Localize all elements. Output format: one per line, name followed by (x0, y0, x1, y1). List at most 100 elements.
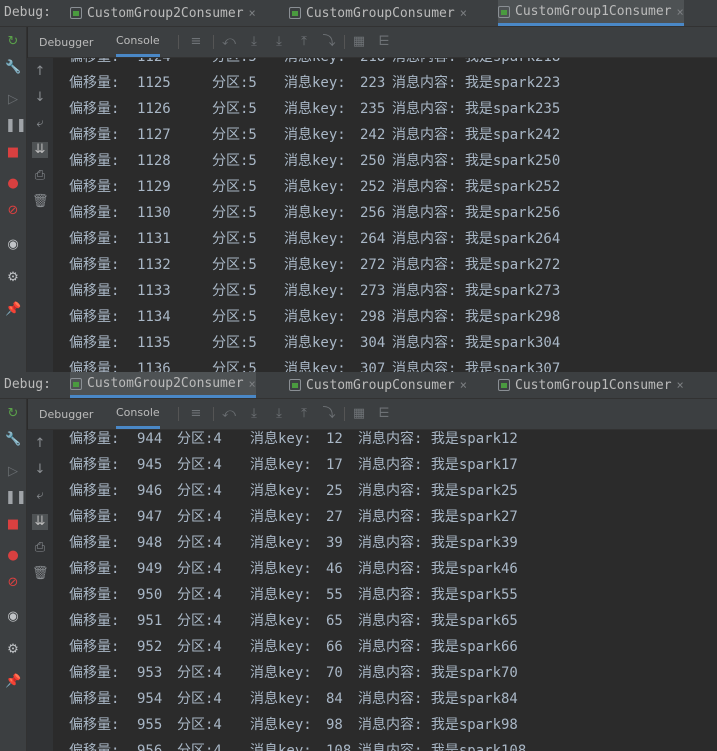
up-arrow-icon[interactable]: ↑ (32, 64, 48, 80)
layout-icon[interactable]: ≡ (188, 34, 204, 50)
mute-breakpoints-icon[interactable]: ⊘ (5, 203, 21, 219)
wrench-icon[interactable]: 🔧 (5, 60, 21, 76)
pin-icon[interactable]: 📌 (5, 302, 21, 318)
camera-icon[interactable]: ◉ (5, 237, 21, 253)
run-config-icon (70, 377, 82, 390)
line-key-label: 消息key: (250, 561, 312, 577)
line-offset: 951 (137, 613, 163, 629)
step-out-icon[interactable]: ⤒ (296, 406, 312, 422)
line-content: 消息内容: 我是spark27 (358, 509, 518, 525)
settings-icon[interactable]: ⚙ (5, 642, 21, 658)
restore-layout-icon[interactable]: ⤺ (221, 34, 237, 50)
print-icon[interactable]: ⎙ (32, 540, 48, 556)
wrench-icon[interactable]: 🔧 (5, 432, 21, 448)
step-into-icon[interactable]: ⤓ (271, 406, 287, 422)
soft-wrap-icon[interactable]: ⤶ (32, 488, 48, 504)
run-to-cursor-icon[interactable]: ⤵ (321, 34, 337, 50)
line-key-label: 消息key: (250, 587, 312, 603)
line-content: 消息内容: 我是spark250 (392, 153, 561, 169)
tab-debugger[interactable]: Debugger (39, 27, 93, 57)
line-key: 108 (326, 743, 352, 751)
evaluate-icon[interactable]: ⋿ (376, 34, 392, 50)
tab-customgroup1consumer[interactable]: CustomGroup1Consumer × (498, 372, 684, 398)
print-icon[interactable]: ⎙ (32, 168, 48, 184)
line-partition: 分区:5 (212, 127, 257, 143)
table-icon[interactable]: ▦ (351, 406, 367, 422)
tab-console[interactable]: Console (116, 27, 160, 57)
mute-breakpoints-icon[interactable]: ⊘ (5, 575, 21, 591)
line-content: 消息内容: 我是spark25 (358, 483, 518, 499)
tab-debugger[interactable]: Debugger (39, 399, 93, 429)
line-key: 304 (360, 335, 386, 351)
trash-icon[interactable]: 🗑 (32, 566, 49, 582)
camera-icon[interactable]: ◉ (5, 609, 21, 625)
table-icon[interactable]: ▦ (351, 34, 367, 50)
down-arrow-icon[interactable]: ↓ (32, 462, 48, 478)
settings-icon[interactable]: ⚙ (5, 270, 21, 286)
layout-icon[interactable]: ≡ (188, 406, 204, 422)
line-content: 消息内容: 我是spark273 (392, 283, 561, 299)
line-key: 273 (360, 283, 386, 299)
scroll-to-end-icon[interactable]: ⇊ (32, 514, 48, 530)
pause-icon[interactable]: ❚❚ (5, 118, 27, 134)
line-key-label: 消息key: (250, 457, 312, 473)
top-debug-panel: Debug: CustomGroup2Consumer × CustomGroupCo… (0, 0, 717, 372)
tab-console[interactable]: Console (116, 399, 160, 429)
line-offset-label: 偏移量: (69, 457, 120, 473)
soft-wrap-icon[interactable]: ⤶ (32, 116, 48, 132)
rerun-icon[interactable]: ↻ (5, 34, 21, 50)
line-key: 252 (360, 179, 386, 195)
trash-icon[interactable]: 🗑 (32, 194, 49, 210)
view-breakpoints-icon[interactable]: ● (5, 548, 21, 564)
line-offset: 1124 (137, 58, 171, 70)
resume-icon[interactable]: ▷ (5, 464, 21, 480)
resume-icon[interactable]: ▷ (5, 92, 21, 108)
console-output[interactable]: 偏移量: 944 分区:4 消息key: 消息内容: 我是spark12 12 偏移量: 94… (56, 430, 717, 751)
run-to-cursor-icon[interactable]: ⤵ (321, 406, 337, 422)
line-partition: 分区:5 (212, 179, 257, 195)
close-icon[interactable]: × (677, 378, 684, 392)
close-icon[interactable]: × (460, 6, 467, 20)
tab-customgroupconsumer[interactable]: CustomGroupConsumer × (289, 0, 467, 26)
pin-icon[interactable]: 📌 (5, 674, 21, 690)
toolbar-divider (344, 35, 345, 49)
restore-layout-icon[interactable]: ⤺ (221, 406, 237, 422)
view-breakpoints-icon[interactable]: ● (5, 176, 21, 192)
run-config-icon (498, 379, 510, 391)
console-output[interactable]: 偏移量: 1124 分区:5 消息key: 消息内容: 我是spark218 218 偏移量… (56, 58, 717, 372)
close-icon[interactable]: × (460, 378, 467, 392)
tab-customgroup1consumer[interactable]: CustomGroup1Consumer × (498, 0, 684, 26)
toolbar-divider (213, 35, 214, 49)
close-icon[interactable]: × (249, 6, 256, 20)
line-key-label: 消息key: (284, 361, 346, 372)
tab-customgroup2consumer[interactable]: CustomGroup2Consumer × (70, 0, 256, 26)
close-icon[interactable]: × (677, 5, 684, 19)
line-offset: 945 (137, 457, 163, 473)
line-offset: 1125 (137, 75, 171, 91)
tab-customgroupconsumer[interactable]: CustomGroupConsumer × (289, 372, 467, 398)
line-key-label: 消息key: (250, 483, 312, 499)
line-partition: 分区:4 (177, 561, 222, 577)
stop-icon[interactable]: ■ (5, 145, 21, 161)
tab-label: CustomGroupConsumer (306, 5, 455, 21)
stop-icon[interactable]: ■ (5, 517, 21, 533)
run-config-icon (498, 5, 510, 18)
console-gutter: ↑ ↓ ⤶ ⇊ ⎙ 🗑 (27, 58, 53, 372)
step-into-icon[interactable]: ⤓ (271, 34, 287, 50)
line-key-label: 消息key: (284, 58, 346, 70)
tab-customgroup2consumer[interactable]: CustomGroup2Consumer × (70, 372, 256, 398)
rerun-icon[interactable]: ↻ (5, 406, 21, 422)
bottom-debug-panel: Debug: CustomGroup2Consumer × CustomGroupCo… (0, 372, 717, 751)
up-arrow-icon[interactable]: ↑ (32, 436, 48, 452)
step-over-icon[interactable]: ⤓ (246, 34, 262, 50)
evaluate-icon[interactable]: ⋿ (376, 406, 392, 422)
line-partition: 分区:5 (212, 257, 257, 273)
down-arrow-icon[interactable]: ↓ (32, 90, 48, 106)
debugger-toolbar: Debugger Console ≡ ⤺ ⤓ ⤓ ⤒ ⤵ ▦ ⋿ (28, 399, 717, 430)
step-out-icon[interactable]: ⤒ (296, 34, 312, 50)
pause-icon[interactable]: ❚❚ (5, 490, 27, 506)
scroll-to-end-icon[interactable]: ⇊ (32, 142, 48, 158)
close-icon[interactable]: × (249, 377, 256, 391)
line-offset-label: 偏移量: (69, 535, 120, 551)
step-over-icon[interactable]: ⤓ (246, 406, 262, 422)
